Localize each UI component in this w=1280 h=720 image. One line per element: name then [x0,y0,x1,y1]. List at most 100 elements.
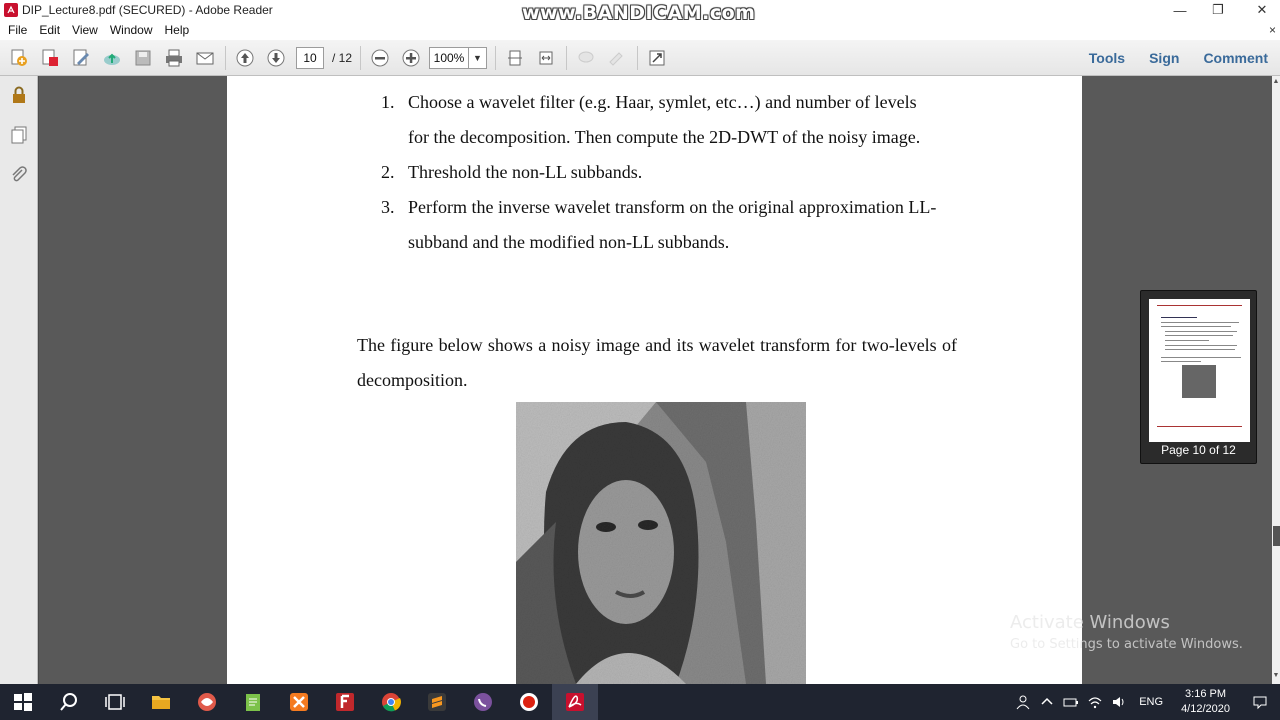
upload-button[interactable] [100,46,124,70]
viber-icon [474,693,492,711]
export-pdf-icon [42,49,58,66]
volume-icon[interactable] [1107,684,1131,720]
record-icon [520,693,538,711]
taskbar-file-explorer[interactable] [138,684,184,720]
windows-logo-icon [14,693,32,711]
chevron-down-icon[interactable]: ▼ [468,47,486,68]
save-button[interactable] [131,46,155,70]
notepad-icon [246,694,260,711]
menu-help[interactable]: Help [159,20,196,40]
list-item: 3. Perform the inverse wavelet transform… [381,190,941,260]
title-bar: DIP_Lecture8.pdf (SECURED) - Adobe Reade… [0,0,1280,24]
lock-icon[interactable] [8,84,30,106]
zoom-out-button[interactable] [368,46,392,70]
scroll-up-arrow-icon[interactable]: ▲ [1272,78,1280,88]
close-button[interactable]: ✕ [1240,0,1280,20]
comment-bubble-icon [578,51,594,62]
next-page-button[interactable] [264,46,288,70]
pages-icon[interactable] [8,124,30,146]
system-tray: ENG 3:16 PM 4/12/2020 [1011,684,1280,720]
chrome-icon [382,693,401,712]
list-item: 2. Threshold the non-LL subbands. [381,155,941,190]
paperclip-icon[interactable] [8,164,30,186]
taskbar-sublime[interactable] [414,684,460,720]
zoom-value: 100% [433,50,465,65]
document-close-button[interactable]: × [1269,20,1276,40]
thumbnail-figure [1182,365,1216,398]
taskbar-bandicam[interactable] [506,684,552,720]
activate-windows-watermark: Activate Windows Go to Settings to activ… [1010,612,1243,652]
scroll-down-arrow-icon[interactable]: ▼ [1272,672,1280,682]
people-icon[interactable] [1011,684,1035,720]
taskbar-filezilla[interactable] [322,684,368,720]
create-pdf-icon [11,49,27,66]
language-indicator[interactable]: ENG [1131,696,1171,708]
filezilla-icon [336,693,354,711]
list-text: Threshold the non-LL subbands. [408,162,643,182]
document-viewport[interactable]: 1. Choose a wavelet filter (e.g. Haar, s… [39,76,1272,684]
adobe-reader-icon [4,3,18,17]
toolbar-right: Tools Sign Comment [1077,40,1280,76]
noisy-image-figure [516,402,806,684]
zoom-select[interactable]: 100% ▼ [429,46,488,69]
notification-icon[interactable] [1240,684,1280,720]
toolbar-separator [566,45,568,70]
create-pdf-button[interactable] [7,46,31,70]
list-number: 1. [381,92,395,112]
page-number-input[interactable]: 10 [296,46,324,69]
expand-button[interactable] [645,46,669,70]
maximize-button[interactable]: ❐ [1196,0,1240,20]
sign-button[interactable]: Sign [1137,50,1191,66]
numbered-list: 1. Choose a wavelet filter (e.g. Haar, s… [381,85,941,260]
scroll-thumb[interactable] [1273,526,1280,546]
menu-file[interactable]: File [0,20,33,40]
taskbar-viber[interactable] [460,684,506,720]
clock[interactable]: 3:16 PM 4/12/2020 [1171,687,1240,717]
menu-window[interactable]: Window [104,20,159,40]
edit-pdf-button[interactable] [69,46,93,70]
wifi-icon[interactable] [1083,684,1107,720]
adobe-reader-icon [566,693,584,711]
chevron-up-icon[interactable] [1035,684,1059,720]
thumbnail-page-label: Page 10 of 12 [1161,443,1236,457]
envelope-icon [196,52,214,64]
menu-bar: File Edit View Window Help [0,20,1280,40]
pencil-doc-icon [73,49,89,65]
taskbar-chrome[interactable] [368,684,414,720]
export-pdf-button[interactable] [38,46,62,70]
taskbar-adobe-reader[interactable] [552,684,598,720]
clock-date: 4/12/2020 [1181,703,1230,715]
comment-button[interactable]: Comment [1191,50,1280,66]
print-button[interactable] [162,46,186,70]
tools-button[interactable]: Tools [1077,50,1137,66]
taskbar-app-2[interactable] [184,684,230,720]
zoom-in-button[interactable] [399,46,423,70]
start-button[interactable] [0,684,46,720]
list-number: 3. [381,197,395,217]
task-view-icon [105,694,125,710]
battery-icon[interactable] [1059,684,1083,720]
page-thumbnail-popup: Page 10 of 12 [1140,290,1257,464]
left-navigation-pane [0,76,38,684]
page-total: / 12 [332,50,353,65]
vertical-scrollbar[interactable]: ▲ ▼ [1272,76,1280,684]
menu-edit[interactable]: Edit [33,20,66,40]
search-button[interactable] [46,684,92,720]
email-button[interactable] [193,46,217,70]
menu-view[interactable]: View [66,20,104,40]
save-icon [135,50,151,65]
previous-page-button[interactable] [233,46,257,70]
sublime-text-icon [428,693,446,711]
fit-width-button[interactable] [534,46,558,70]
activate-windows-title: Activate Windows [1010,612,1170,633]
search-icon [60,693,77,711]
arrow-up-icon [236,49,254,66]
window-title: DIP_Lecture8.pdf (SECURED) - Adobe Reade… [22,3,273,17]
add-comment-button [574,46,598,70]
fit-page-button[interactable] [503,46,527,70]
taskbar-xampp[interactable] [276,684,322,720]
pinned-app-icon [198,693,216,711]
task-view-button[interactable] [92,684,138,720]
taskbar-notepad[interactable] [230,684,276,720]
adobe-reader-window: DIP_Lecture8.pdf (SECURED) - Adobe Reade… [0,0,1280,720]
